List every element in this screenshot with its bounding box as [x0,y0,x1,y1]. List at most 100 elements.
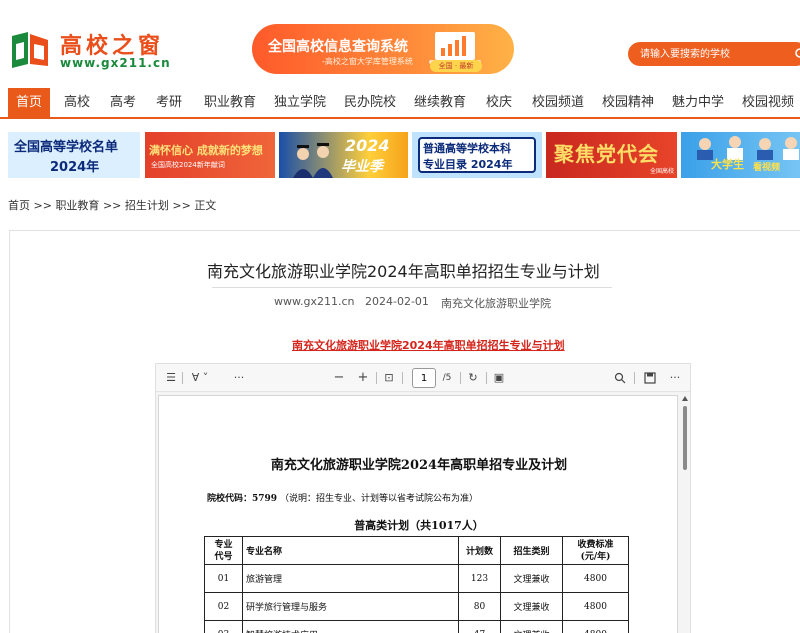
scroll-thumb[interactable] [683,406,687,470]
find-icon[interactable] [614,372,626,384]
nav-item-home[interactable]: 首页 [8,88,50,118]
promo-title: 全国高校信息查询系统 [268,39,408,55]
promo-banner[interactable]: 全国高校信息查询系统 -高校之窗大学库管理系统 全国 · 最新 [252,24,514,74]
cell-code: 02 [204,592,243,621]
zoom-out-icon[interactable]: − [332,370,346,386]
toolbar-separator [486,372,487,384]
logo-url: www.gx211.cn [60,56,171,70]
scroll-up-arrow-icon[interactable] [682,396,688,401]
site-logo[interactable]: 高校之窗 www.gx211.cn [8,28,178,74]
banner-line2: 全国高校2024新年献词 [151,161,225,169]
cell-code: 03 [204,620,243,633]
cell-category: 文理兼收 [500,564,563,593]
document-link[interactable]: 南充文化旅游职业学院2024年高职单招招生专业与计划 [292,337,565,353]
cell-quota: 47 [458,620,501,633]
plan-section-title: 普高类计划（共1017人） [354,519,484,532]
toolbar-separator [634,372,635,384]
nav-item-anniversary[interactable]: 校庆 [484,88,514,118]
banner-line2: 2024年 [50,160,100,175]
banner-college-list[interactable]: 全国高等学校名单 2024年 [8,132,140,178]
banner-line1: 全国高等学校名单 [14,140,119,155]
nav-item-private[interactable]: 民办院校 [342,88,398,118]
article-author: 南充文化旅游职业学院 [441,297,551,310]
banner-line1: 满怀信心 成就新的梦想 [149,144,263,157]
title-divider [212,287,612,288]
table-row: 03 智慧旅游技术应用 47 文理兼收 4800 [204,620,629,633]
table-header-row: 专业 代号 专业名称 计划数 招生类别 收费标准 (元/年) [204,536,629,565]
nav-item-colleges[interactable]: 高校 [62,88,92,118]
more-options-icon[interactable]: ··· [232,370,246,386]
school-code-label: 院校代码：5799 [207,494,278,504]
breadcrumb-vocational[interactable]: 职业教育 [55,199,99,212]
breadcrumb-home[interactable]: 首页 [8,199,30,212]
nav-item-independent[interactable]: 独立学院 [272,88,328,118]
nav-item-campus-spirit[interactable]: 校园精神 [600,88,656,118]
cell-name: 研学旅行管理与服务 [242,592,459,621]
rotate-icon[interactable]: ↻ [466,370,480,386]
breadcrumb: 首页 >> 职业教育 >> 招生计划 >> 正文 [8,197,216,213]
page-view-icon[interactable]: ▣ [492,370,506,386]
save-icon[interactable] [644,372,656,384]
col-header-code: 专业 代号 [204,536,243,565]
nav-item-continuing[interactable]: 继续教育 [412,88,468,118]
article-source: www.gx211.cn [274,295,355,308]
cell-fee: 4800 [562,564,629,593]
cell-fee: 4800 [562,592,629,621]
toolbar-separator [182,372,183,384]
main-nav: 首页 高校 高考 考研 职业教育 独立学院 民办院校 继续教育 校庆 校园频道 … [0,88,800,118]
banner-line1: 聚焦党代会 [554,142,659,166]
breadcrumb-enrollment[interactable]: 招生计划 [125,199,169,212]
toolbar-separator [376,372,377,384]
search-icon[interactable] [794,47,800,61]
banner-party-congress[interactable]: 聚焦党代会 全国高校 [546,132,677,178]
nav-item-campus-channel[interactable]: 校园频道 [530,88,586,118]
breadcrumb-separator: >> [33,199,52,212]
col-header-fee: 收费标准 (元/年) [562,536,629,565]
graduates-icon [293,143,333,178]
pdf-scrollbar[interactable] [680,394,690,633]
enrollment-table: 专业 代号 专业名称 计划数 招生类别 收费标准 (元/年) 01 旅游管理 1… [204,536,629,633]
cell-code: 01 [204,564,243,593]
cell-category: 文理兼收 [500,620,563,633]
banner-line2: 全国高校 [650,168,675,175]
nav-item-kaoyan[interactable]: 考研 [154,88,184,118]
banner-new-year[interactable]: 满怀信心 成就新的梦想 全国高校2024新年献词 [145,132,275,178]
zoom-in-icon[interactable]: + [356,370,370,386]
page-number-input[interactable] [412,368,436,388]
breadcrumb-current: 正文 [194,199,217,212]
cell-fee: 4800 [562,620,629,633]
fit-page-icon[interactable]: ⊡ [382,370,396,386]
search-box[interactable] [628,42,800,66]
promo-subtitle: -高校之窗大学库管理系统 [322,57,413,66]
banner-student-video[interactable]: 大学生 看视频 [681,132,800,178]
nav-item-middle-school[interactable]: 魅力中学 [670,88,726,118]
nav-item-campus-video[interactable]: 校园视频 [740,88,796,118]
banner-line2: 毕业季 [341,159,383,175]
nav-item-gaokao[interactable]: 高考 [108,88,138,118]
pdf-toolbar: ☰ ∀ ˅ ··· − + ⊡ /5 ↻ ▣ ··· [156,364,690,392]
toolbar-separator [402,372,403,384]
school-code: 院校代码：5799 （说明：招生专业、计划等以省考试院公布为准） [207,491,478,504]
cell-category: 文理兼收 [500,592,563,621]
page-total: /5 [442,373,452,383]
banner-line1: 2024 [345,136,390,155]
banner-major-catalog[interactable]: 普通高等学校本科 专业目录 2024年 [412,132,542,178]
table-row: 01 旅游管理 123 文理兼收 4800 [204,564,629,593]
table-row: 02 研学旅行管理与服务 80 文理兼收 4800 [204,592,629,621]
breadcrumb-separator: >> [102,199,122,212]
article-title: 南充文化旅游职业学院2024年高职单招招生专业与计划 [207,262,600,281]
banner-graduation[interactable]: 2024 毕业季 [279,132,408,178]
banner-line1: 大学生 [711,158,744,171]
more-icon[interactable]: ··· [668,370,682,386]
nav-item-vocational[interactable]: 职业教育 [202,88,258,118]
school-code-note: （说明：招生专业、计划等以省考试院公布为准） [279,494,478,504]
draw-icon[interactable]: ∀ ˅ [188,370,212,386]
cell-name: 旅游管理 [242,564,459,593]
article-date: 2024-02-01 [365,295,429,308]
search-input[interactable] [640,42,790,66]
outline-icon[interactable]: ☰ [164,370,178,386]
banner-line2: 专业目录 2024年 [423,158,513,171]
promo-badge: 全国 · 最新 [430,60,482,72]
pdf-page: 南充文化旅游职业学院2024年高职单招专业及计划 院校代码：5799 （说明：招… [158,395,678,633]
banner-line2: 看视频 [753,163,781,173]
